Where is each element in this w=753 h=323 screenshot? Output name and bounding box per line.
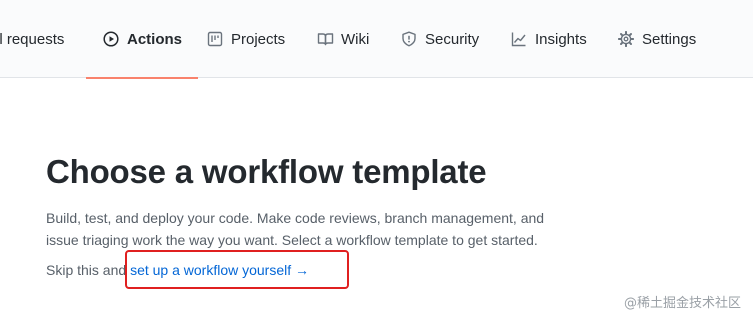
tab-pull-requests[interactable]: ll requests: [0, 0, 64, 78]
tab-settings-label: Settings: [642, 30, 697, 48]
page: ll requests Actions Projects Wiki Securi…: [0, 0, 753, 323]
tab-insights[interactable]: Insights: [510, 0, 587, 78]
tab-security[interactable]: Security: [400, 0, 479, 78]
project-board-icon: [206, 30, 224, 48]
watermark: @稀土掘金技术社区: [623, 296, 741, 311]
gear-icon: [617, 30, 635, 48]
tab-projects[interactable]: Projects: [206, 0, 285, 78]
tab-insights-label: Insights: [535, 30, 587, 48]
tab-settings[interactable]: Settings: [617, 0, 696, 78]
page-title: Choose a workflow template: [46, 153, 487, 190]
tab-wiki-label: Wiki: [341, 30, 370, 48]
skip-text: Skip this and: [46, 262, 127, 278]
tab-pull-requests-label: ll requests: [0, 30, 65, 48]
graph-icon: [510, 30, 528, 48]
highlight-annotation-box: [125, 250, 349, 289]
tab-projects-label: Projects: [231, 30, 286, 48]
repo-tab-bar: ll requests Actions Projects Wiki Securi…: [0, 0, 753, 79]
shield-icon: [400, 30, 418, 48]
tab-actions[interactable]: Actions: [85, 0, 199, 79]
tab-security-label: Security: [425, 30, 480, 48]
tab-wiki[interactable]: Wiki: [316, 0, 369, 78]
tab-actions-label: Actions: [127, 30, 183, 48]
page-description: Build, test, and deploy your code. Make …: [46, 210, 545, 248]
book-icon: [316, 30, 334, 48]
play-icon: [102, 30, 120, 48]
